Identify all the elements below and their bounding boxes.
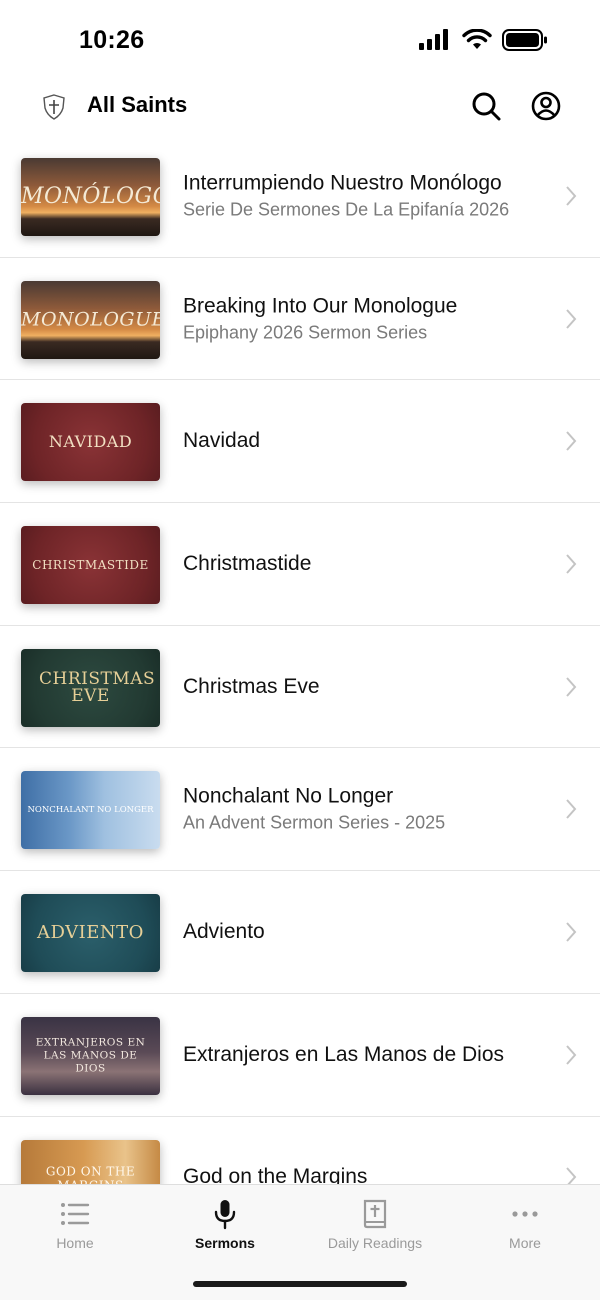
thumbnail-title: ADVIENTO [37, 922, 144, 944]
thumbnail-title: NONCHALANT NO LONGER [27, 805, 154, 816]
list-item[interactable]: GOD ON THE MARGINS God on the Margins [0, 1117, 600, 1185]
series-thumbnail: CHRISTMAS EVE [21, 648, 160, 727]
wifi-icon [462, 29, 492, 49]
sermon-series-list: MONÓLOGO Interrumpiendo Nuestro Monólogo… [0, 135, 600, 1185]
battery-icon [502, 29, 547, 51]
chevron-right-icon [566, 676, 577, 697]
status-icons [418, 28, 548, 52]
series-thumbnail: GOD ON THE MARGINS [21, 1139, 160, 1185]
list-item[interactable]: CHRISTMAS EVE Christmas Eve [0, 626, 600, 749]
list-item[interactable]: CHRISTMASTIDE Christmastide [0, 503, 600, 626]
tab-home[interactable]: Home [0, 1185, 150, 1265]
sermon-title: Adviento [183, 919, 265, 943]
app-header: All Saints [0, 80, 600, 140]
tab-more[interactable]: More [450, 1185, 600, 1265]
thumbnail-title: EXTRANJEROS EN LAS MANOS DE DIOS [35, 1036, 146, 1075]
sermon-title: Christmastide [183, 551, 312, 575]
chevron-right-icon [566, 1167, 577, 1185]
microphone-icon [214, 1200, 236, 1230]
list-item[interactable]: NONCHALANT NO LONGER Nonchalant No Longe… [0, 748, 600, 872]
thumbnail-title: NAVIDAD [48, 432, 133, 452]
tab-daily-readings[interactable]: Daily Readings [300, 1185, 450, 1265]
list-item[interactable]: EXTRANJEROS EN LAS MANOS DE DIOS Extranj… [0, 994, 600, 1117]
tab-label: Daily Readings [327, 1235, 423, 1251]
list-item[interactable]: MONOLOGUE Breaking Into Our Monologue Ep… [0, 258, 600, 381]
sermon-title: Extranjeros en Las Manos de Dios [183, 1042, 504, 1066]
chevron-right-icon [566, 799, 577, 819]
series-thumbnail: MONOLOGUE [21, 280, 160, 359]
status-time: 10:26 [79, 26, 145, 54]
bible-icon [363, 1199, 387, 1229]
sermon-subtitle: An Advent Sermon Series - 2025 [183, 812, 446, 833]
tab-label: Home [56, 1235, 94, 1251]
series-thumbnail: MONÓLOGO [21, 158, 160, 236]
series-thumbnail: EXTRANJEROS EN LAS MANOS DE DIOS [21, 1016, 160, 1095]
chevron-right-icon [566, 1044, 577, 1065]
series-thumbnail: NONCHALANT NO LONGER [21, 771, 160, 850]
tab-label: Sermons [195, 1235, 255, 1251]
list-item[interactable]: NAVIDAD Navidad [0, 380, 600, 504]
page-title: All Saints [87, 92, 188, 117]
sermon-title: Christmas Eve [183, 674, 320, 698]
sermon-subtitle: Epiphany 2026 Sermon Series [183, 322, 428, 343]
series-thumbnail: NAVIDAD [21, 403, 160, 482]
list-item[interactable]: ADVIENTO Adviento [0, 871, 600, 994]
tab-sermons[interactable]: Sermons [150, 1185, 300, 1265]
cellular-signal-icon [419, 29, 448, 50]
sermon-title: Navidad [183, 429, 261, 453]
chevron-right-icon [566, 186, 577, 206]
tab-label: More [509, 1235, 541, 1251]
status-bar: 10:26 [0, 0, 600, 80]
sermon-title: Nonchalant No Longer [183, 784, 394, 808]
sermon-title: Breaking Into Our Monologue [183, 294, 458, 318]
sermon-subtitle: Serie De Sermones De La Epifanía 2026 [183, 199, 510, 220]
search-icon[interactable] [468, 88, 504, 124]
tab-bar: Home Sermons Daily Readings More [0, 1184, 600, 1300]
sermon-title: Interrumpiendo Nuestro Monólogo [183, 171, 502, 195]
home-indicator[interactable] [193, 1281, 407, 1287]
series-thumbnail: CHRISTMASTIDE [21, 526, 160, 605]
series-thumbnail: ADVIENTO [21, 894, 160, 973]
thumbnail-title: CHRISTMASTIDE [32, 558, 149, 573]
thumbnail-title: MONOLOGUE [21, 308, 160, 331]
ellipsis-icon [512, 1211, 538, 1217]
sermon-title: God on the Margins [183, 1165, 368, 1185]
thumbnail-title: GOD ON THE MARGINS [45, 1164, 136, 1185]
thumbnail-title: MONÓLOGO [21, 184, 160, 209]
profile-icon[interactable] [528, 88, 564, 124]
chevron-right-icon [566, 431, 577, 451]
chevron-right-icon [566, 308, 577, 329]
thumbnail-title: CHRISTMAS EVE [39, 668, 156, 706]
shield-cross-icon [43, 94, 65, 120]
list-icon [61, 1203, 90, 1225]
chevron-right-icon [566, 554, 577, 574]
chevron-right-icon [566, 922, 577, 942]
list-item[interactable]: MONÓLOGO Interrumpiendo Nuestro Monólogo… [0, 135, 600, 258]
